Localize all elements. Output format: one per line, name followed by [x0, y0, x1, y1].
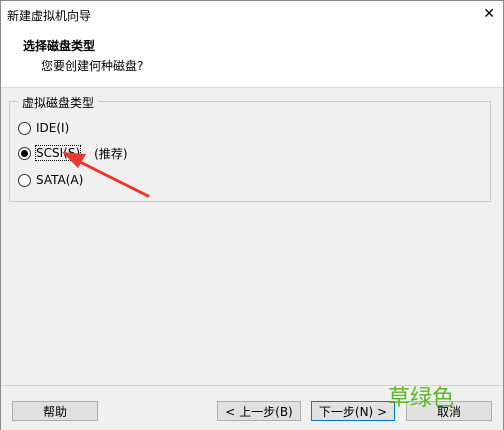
page-title: 选择磁盘类型: [23, 39, 96, 53]
recommended-note: (推荐): [94, 146, 128, 161]
radio-label-scsi[interactable]: SCSI(S): [34, 145, 82, 161]
close-icon[interactable]: ✕: [483, 6, 495, 22]
watermark-text: 草绿色: [388, 386, 455, 411]
radio-option-ide[interactable]: IDE(I): [18, 119, 69, 137]
title-bar: 新建虚拟机向导 ✕: [1, 1, 503, 29]
radio-button-scsi[interactable]: [18, 146, 31, 160]
disk-type-group: 虚拟磁盘类型 IDE(I) SCSI(S) (推荐) SATA(A): [9, 94, 491, 202]
radio-button-sata[interactable]: [18, 173, 31, 187]
radio-label-ide[interactable]: IDE(I): [36, 121, 69, 135]
page-subtitle: 您要创建何种磁盘?: [41, 59, 144, 73]
radio-option-scsi[interactable]: SCSI(S) (推荐): [18, 144, 128, 162]
radio-option-sata[interactable]: SATA(A): [18, 171, 83, 189]
radio-button-ide[interactable]: [18, 121, 31, 135]
next-button[interactable]: 下一步(N) >: [311, 401, 395, 421]
group-legend: 虚拟磁盘类型: [18, 94, 99, 111]
back-button[interactable]: < 上一步(B): [217, 401, 301, 421]
radio-label-sata[interactable]: SATA(A): [36, 173, 83, 187]
wizard-window: 新建虚拟机向导 ✕ 选择磁盘类型 您要创建何种磁盘? 虚拟磁盘类型 IDE(I)…: [0, 0, 504, 430]
wizard-header: 选择磁盘类型 您要创建何种磁盘?: [1, 29, 503, 88]
window-title: 新建虚拟机向导: [7, 9, 92, 23]
help-button[interactable]: 帮助: [12, 401, 98, 421]
